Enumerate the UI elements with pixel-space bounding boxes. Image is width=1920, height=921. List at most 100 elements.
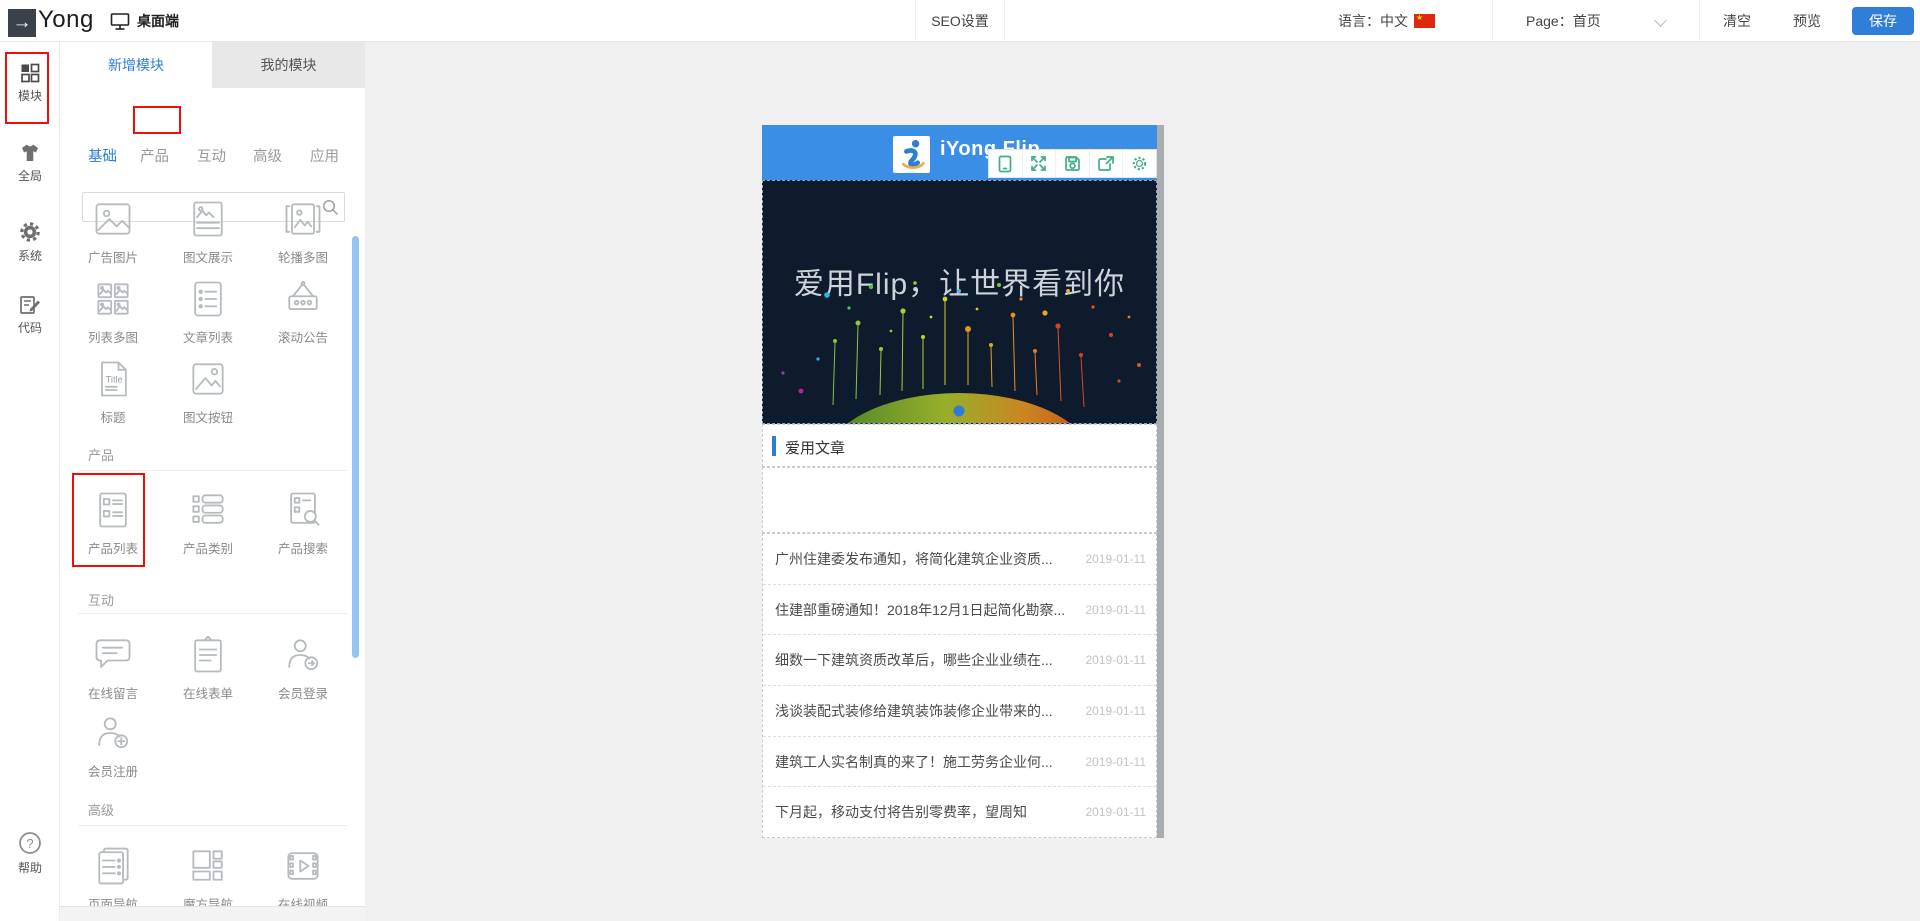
module-product-category[interactable]: 产品类别	[163, 487, 253, 557]
category-app[interactable]: 应用	[310, 142, 339, 172]
module-product-search[interactable]: 产品搜索	[258, 487, 348, 557]
member-register-icon	[90, 710, 136, 756]
toolbar-mobile-button[interactable]	[989, 150, 1022, 177]
gear-icon	[18, 220, 42, 244]
article-date: 2019-01-11	[1086, 552, 1147, 566]
logo-arrow-icon: →	[8, 9, 36, 37]
article-title: 住建部重磅通知！2018年12月1日起简化勘察...	[775, 600, 1065, 620]
category-advanced[interactable]: 高级	[253, 142, 282, 172]
seo-settings-button[interactable]: SEO设置	[915, 0, 1005, 42]
rail-item-system[interactable]: 系统	[0, 220, 60, 264]
product-list-icon	[90, 487, 136, 533]
category-basic[interactable]: 基础	[88, 142, 117, 172]
tab-my-modules[interactable]: 我的模块	[212, 42, 365, 88]
module-image-button[interactable]: 图文按钮	[163, 356, 253, 426]
online-video-icon	[280, 843, 326, 889]
article-row[interactable]: 建筑工人实名制真的来了！施工劳务企业何... 2019-01-11	[763, 736, 1156, 787]
module-scrolling-notice[interactable]: 滚动公告	[258, 276, 348, 346]
gear-icon	[1131, 155, 1148, 172]
banner-module[interactable]: 爱用Flip，让世界看到你	[762, 180, 1157, 424]
rail-item-help[interactable]: ? 帮助	[0, 830, 60, 876]
clear-button[interactable]: 清空	[1723, 0, 1751, 42]
top-bar: → Yong 桌面端 SEO设置 语言：中文 Page：首页 清空 预览 保存	[0, 0, 1920, 42]
module-ad-image[interactable]: 广告图片	[68, 196, 158, 266]
code-doc-icon	[18, 294, 42, 316]
module-image-text[interactable]: 图文展示	[163, 196, 253, 266]
module-cube-nav[interactable]: 魔方导航	[163, 843, 253, 913]
article-row[interactable]: 广州住建委发布通知，将简化建筑企业资质... 2019-01-11	[763, 534, 1156, 584]
empty-module-placeholder[interactable]	[762, 467, 1157, 533]
phone-scrollbar[interactable]	[1157, 125, 1164, 838]
article-row[interactable]: 浅谈装配式装修给建筑装饰装修企业带来的... 2019-01-11	[763, 685, 1156, 736]
toolbar-fullscreen-button[interactable]	[1022, 150, 1056, 177]
monitor-icon	[110, 12, 130, 31]
member-login-icon	[280, 632, 326, 678]
floppy-save-icon	[1064, 155, 1081, 172]
image-grid-icon	[90, 276, 136, 322]
module-carousel[interactable]: 轮播多图	[258, 196, 348, 266]
tshirt-icon	[18, 142, 42, 164]
article-list-icon	[185, 276, 231, 322]
rail-item-global[interactable]: 全局	[0, 142, 60, 184]
carousel-indicator-dot	[954, 406, 965, 417]
article-title: 细数一下建筑资质改革后，哪些企业业绩在...	[775, 650, 1053, 670]
module-online-message[interactable]: 在线留言	[68, 632, 158, 702]
toolbar-settings-button[interactable]	[1122, 150, 1156, 177]
ad-image-icon	[90, 196, 136, 242]
rail-label-code: 代码	[0, 319, 60, 336]
article-title: 广州住建委发布通知，将简化建筑企业资质...	[775, 549, 1053, 569]
module-image-grid[interactable]: 列表多图	[68, 276, 158, 346]
module-title[interactable]: Title 标题	[68, 356, 158, 426]
module-page-nav[interactable]: 页面导航	[68, 843, 158, 913]
article-date: 2019-01-11	[1086, 755, 1147, 769]
section-accent-bar	[772, 436, 776, 456]
section-title-advanced: 高级	[88, 800, 114, 819]
image-button-icon	[185, 356, 231, 402]
language-selector[interactable]: 语言：中文	[1338, 0, 1435, 42]
save-button[interactable]: 保存	[1852, 7, 1914, 35]
scrolling-notice-icon	[280, 276, 326, 322]
category-interact[interactable]: 互动	[197, 142, 226, 172]
article-section-header[interactable]: 爱用文章	[762, 424, 1157, 467]
rail-label-modules: 模块	[0, 87, 60, 104]
page-selector[interactable]: Page：首页	[1492, 0, 1700, 42]
module-toolbar	[988, 149, 1157, 178]
article-section-title: 爱用文章	[785, 437, 845, 458]
article-date: 2019-01-11	[1086, 603, 1147, 617]
toolbar-export-button[interactable]	[1089, 150, 1123, 177]
rail-label-global: 全局	[0, 167, 60, 184]
product-search-icon	[280, 487, 326, 533]
module-member-register[interactable]: 会员注册	[68, 710, 158, 780]
tab-new-modules[interactable]: 新增模块	[60, 42, 212, 88]
china-flag-icon	[1414, 14, 1435, 28]
panel-scrollbar[interactable]	[352, 236, 359, 658]
module-article-list[interactable]: 文章列表	[163, 276, 253, 346]
module-panel: 新增模块 我的模块 基础 产品 互动 高级 应用 广告图片 图文展示	[60, 42, 365, 921]
rail-item-modules[interactable]: 模块	[0, 62, 60, 104]
module-product-list[interactable]: 产品列表	[68, 487, 158, 557]
device-switcher[interactable]: 桌面端	[110, 0, 179, 42]
help-icon: ?	[17, 830, 43, 856]
category-product[interactable]: 产品	[140, 142, 169, 172]
rail-label-system: 系统	[0, 247, 60, 264]
site-logo	[893, 136, 930, 173]
article-row[interactable]: 下月起，移动支付将告别零费率，望周知 2019-01-11	[763, 786, 1156, 837]
module-online-form[interactable]: 在线表单	[163, 632, 253, 702]
section-divider	[78, 825, 348, 826]
app-root: → Yong 桌面端 SEO设置 语言：中文 Page：首页 清空 预览 保存	[0, 0, 1920, 921]
carousel-icon	[280, 196, 326, 242]
page-nav-icon	[90, 843, 136, 889]
preview-button[interactable]: 预览	[1793, 0, 1821, 42]
article-list-module: 广州住建委发布通知，将简化建筑企业资质... 2019-01-11 住建部重磅通…	[762, 533, 1157, 838]
panel-footer	[60, 906, 365, 921]
rail-item-code[interactable]: 代码	[0, 294, 60, 336]
phone-preview: iYong Flip 爱用Flip	[762, 125, 1157, 838]
article-row[interactable]: 住建部重磅通知！2018年12月1日起简化勘察... 2019-01-11	[763, 584, 1156, 635]
toolbar-save-button[interactable]	[1055, 150, 1089, 177]
article-row[interactable]: 细数一下建筑资质改革后，哪些企业业绩在... 2019-01-11	[763, 634, 1156, 685]
iyong-logo-icon	[893, 136, 930, 173]
module-member-login[interactable]: 会员登录	[258, 632, 348, 702]
online-message-icon	[90, 632, 136, 678]
module-online-video[interactable]: 在线视频	[258, 843, 348, 913]
title-icon: Title	[90, 356, 136, 402]
